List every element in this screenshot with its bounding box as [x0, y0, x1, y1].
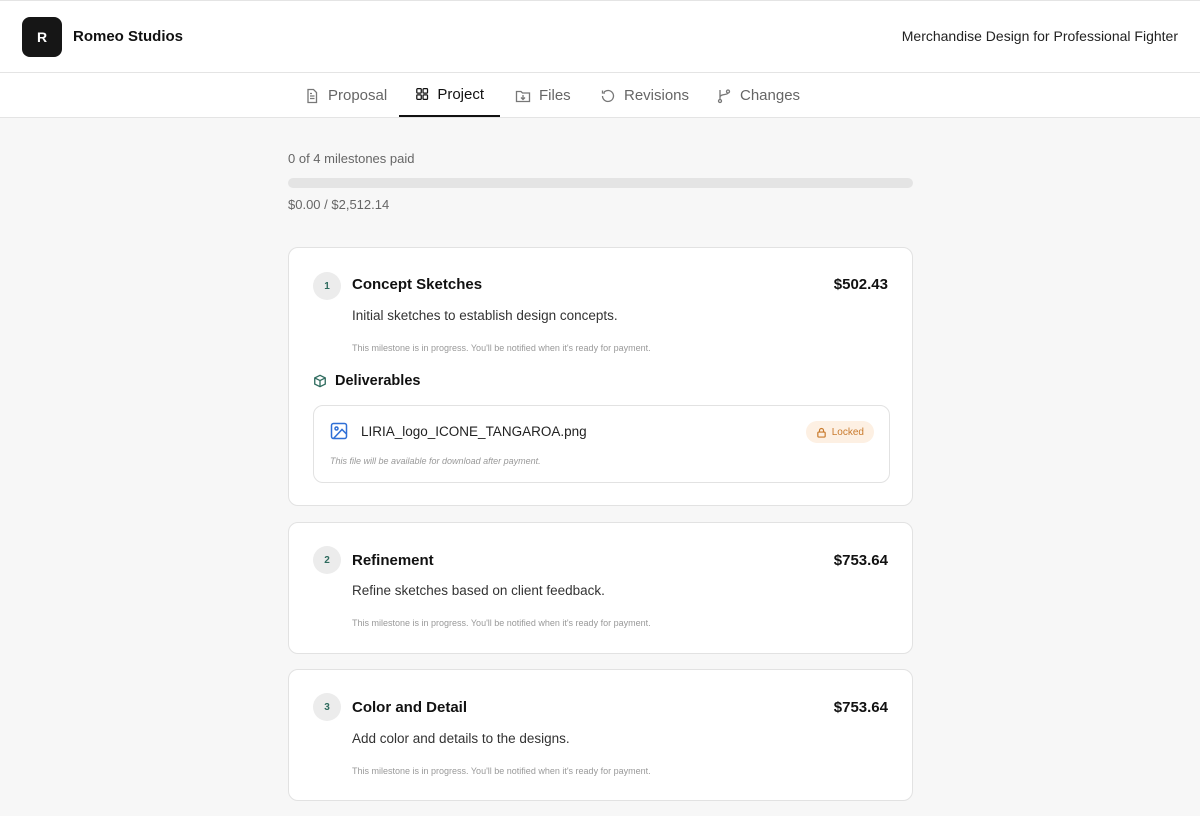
top-header: R Romeo Studios Merchandise Design for P… — [0, 0, 1200, 73]
tab-revisions[interactable]: Revisions — [584, 73, 705, 118]
milestone-number: 3 — [313, 693, 341, 721]
tab-label: Revisions — [624, 87, 690, 104]
tab-label: Files — [539, 87, 571, 104]
tab-changes[interactable]: Changes — [700, 73, 816, 118]
deliverables-label: Deliverables — [335, 373, 421, 389]
milestone-description: Refine sketches based on client feedback… — [352, 583, 605, 598]
milestone-status-note: This milestone is in progress. You'll be… — [352, 766, 651, 776]
file-availability-note: This file will be available for download… — [330, 456, 541, 466]
locked-label: Locked — [831, 426, 864, 438]
paid-amount: $0.00 / $2,512.14 — [288, 197, 390, 212]
file-name: LIRIA_logo_ICONE_TANGAROA.png — [361, 424, 587, 439]
milestones-paid-label: 0 of 4 milestones paid — [288, 151, 415, 166]
milestone-status-note: This milestone is in progress. You'll be… — [352, 343, 651, 353]
locked-badge: Locked — [805, 421, 874, 443]
folder-download-icon — [515, 90, 531, 102]
logo-letter: R — [36, 29, 48, 45]
milestone-price: $753.64 — [833, 552, 888, 569]
milestone-price: $502.43 — [833, 276, 888, 293]
package-icon — [314, 374, 326, 388]
history-icon — [601, 89, 615, 102]
studio-logo[interactable]: R — [22, 17, 62, 57]
deliverable-file[interactable]: LIRIA_logo_ICONE_TANGAROA.png Locked Thi… — [313, 405, 890, 483]
milestone-status-note: This milestone is in progress. You'll be… — [352, 618, 651, 628]
milestone-title: Concept Sketches — [352, 276, 483, 293]
tab-bar: Proposal Project Files Revisions Changes — [0, 73, 1200, 118]
payment-progress-bar — [288, 178, 913, 188]
tab-project[interactable]: Project — [399, 73, 500, 117]
milestone-card: 2 Refinement $753.64 Refine sketches bas… — [288, 522, 913, 654]
milestone-number: 1 — [313, 272, 341, 300]
tab-label: Proposal — [328, 87, 388, 104]
milestone-price: $753.64 — [833, 699, 888, 716]
image-file-icon — [330, 422, 348, 440]
deliverables-heading: Deliverables — [313, 373, 420, 389]
milestone-title: Refinement — [352, 552, 434, 569]
milestone-number: 2 — [313, 546, 341, 574]
tab-label: Changes — [740, 87, 801, 104]
git-branch-icon — [717, 88, 731, 103]
milestone-description: Initial sketches to establish design con… — [352, 308, 618, 323]
tab-label: Project — [437, 85, 484, 103]
milestone-card: 1 Concept Sketches $502.43 Initial sketc… — [288, 247, 913, 506]
milestone-title: Color and Detail — [352, 699, 468, 716]
document-icon — [307, 88, 318, 103]
grid-icon — [416, 88, 429, 100]
tab-proposal[interactable]: Proposal — [288, 73, 403, 118]
brand-name[interactable]: Romeo Studios — [73, 28, 183, 45]
project-title: Merchandise Design for Professional Figh… — [901, 28, 1178, 44]
tab-files[interactable]: Files — [499, 73, 587, 118]
milestone-card: 3 Color and Detail $753.64 Add color and… — [288, 669, 913, 801]
lock-icon — [816, 427, 826, 438]
milestone-description: Add color and details to the designs. — [352, 731, 570, 746]
